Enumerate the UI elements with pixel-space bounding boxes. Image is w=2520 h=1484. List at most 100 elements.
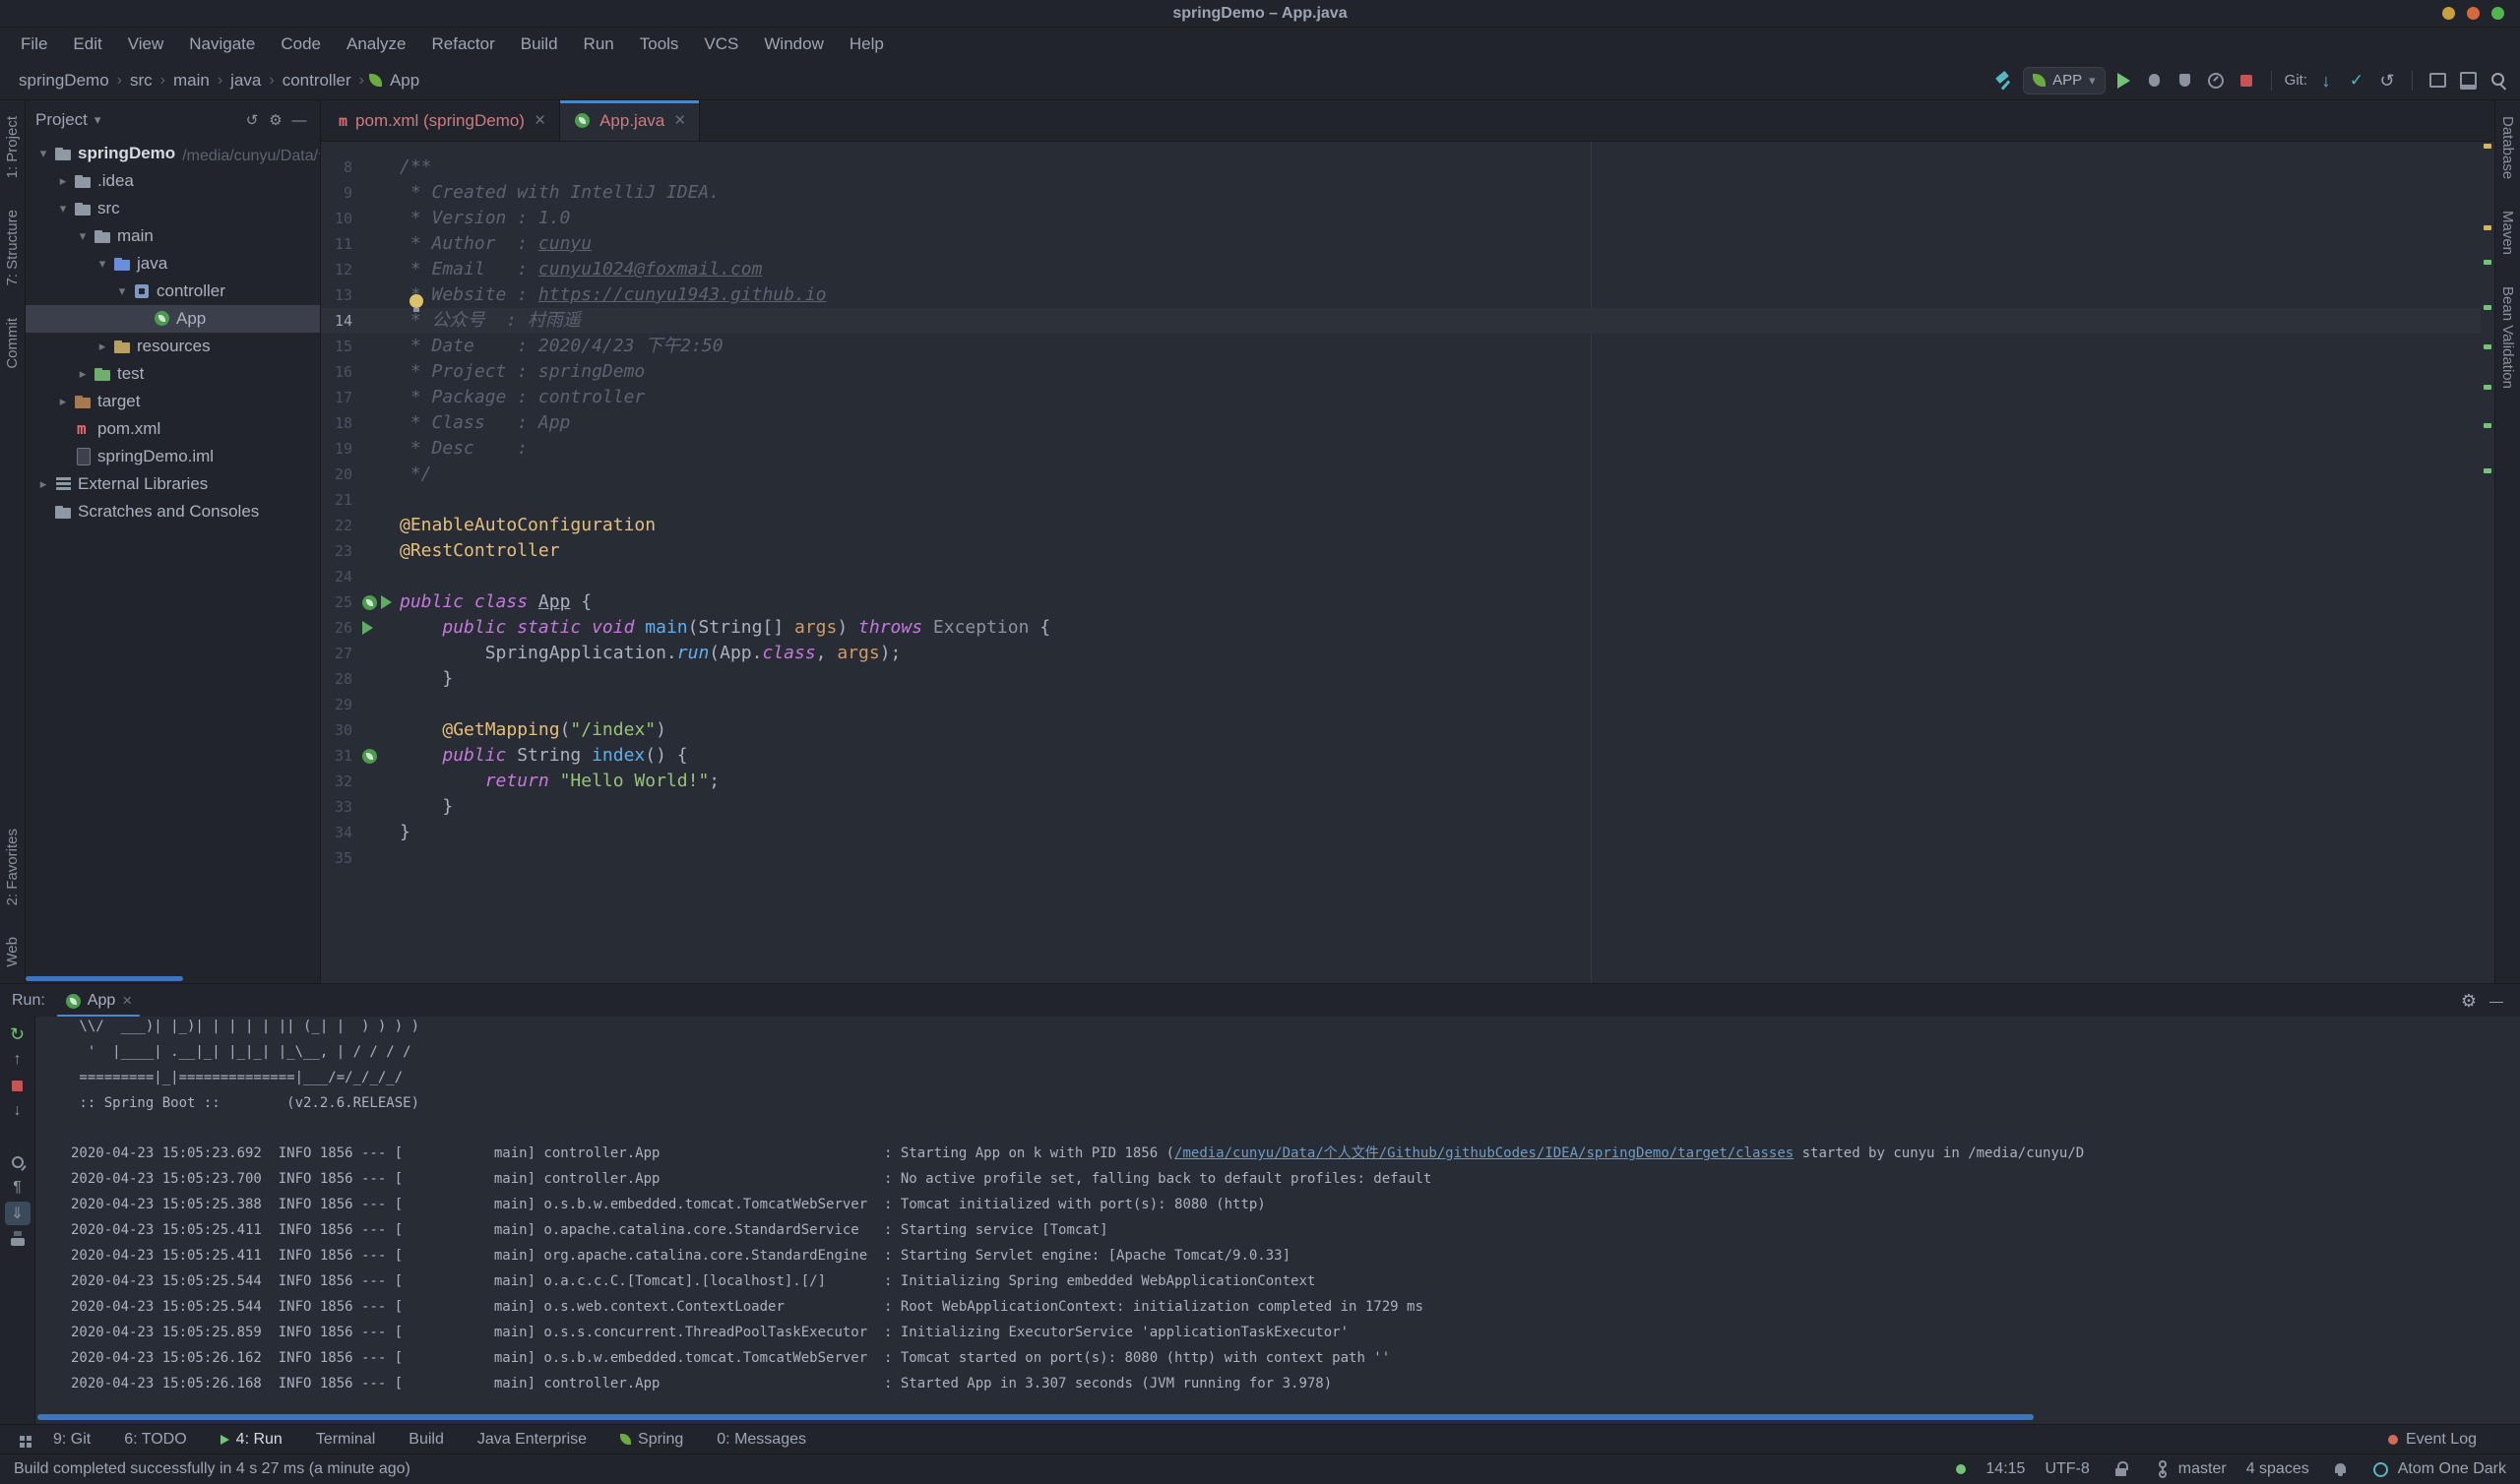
menu-analyze[interactable]: Analyze xyxy=(334,34,418,54)
breadcrumb-java[interactable]: java xyxy=(227,69,264,93)
toolwindow-spring[interactable]: Spring xyxy=(620,1431,683,1449)
encoding-widget[interactable]: UTF-8 xyxy=(2045,1460,2089,1478)
pin-icon[interactable] xyxy=(5,1150,31,1174)
down-stack-icon[interactable]: ↓ xyxy=(5,1099,31,1123)
settings-icon[interactable]: ⚙ xyxy=(2457,989,2481,1013)
run-button[interactable] xyxy=(2112,69,2136,93)
console-horizontal-scrollbar[interactable] xyxy=(37,1414,2034,1420)
bell-icon[interactable] xyxy=(2329,1458,2351,1480)
editor-body[interactable]: 8/** 9 * Created with IntelliJ IDEA. 10 * … xyxy=(321,142,2494,983)
run-tab-app[interactable]: App × xyxy=(57,984,140,1017)
maximize-icon[interactable] xyxy=(2467,7,2480,20)
breadcrumb-controller[interactable]: controller xyxy=(280,69,354,93)
close-icon[interactable]: × xyxy=(535,110,545,132)
commit-icon[interactable]: ✓ xyxy=(2345,69,2368,93)
intention-bulb-icon[interactable] xyxy=(410,294,423,312)
up-stack-icon[interactable]: ↑ xyxy=(5,1048,31,1072)
indent-widget[interactable]: 4 spaces xyxy=(2246,1460,2309,1478)
run-line-icon[interactable] xyxy=(381,595,392,609)
menu-vcs[interactable]: VCS xyxy=(691,34,751,54)
tree-item-app[interactable]: App xyxy=(26,305,320,333)
editor-scrollbar[interactable] xyxy=(2481,142,2494,983)
tree-item-springdemo-iml[interactable]: springDemo.iml xyxy=(26,443,320,470)
project-panel-title[interactable]: Project xyxy=(35,110,88,130)
tree-item-main[interactable]: ▾ main xyxy=(26,222,320,250)
console-output[interactable]: ( ( )\___ | '_ | '_| | '_ \/ _` | \ \ \ … xyxy=(35,1017,2520,1424)
tree-item-test[interactable]: ▸ test xyxy=(26,360,320,388)
tree-item-pom-xml[interactable]: pom.xml xyxy=(26,415,320,443)
toolwindow-tab-maven[interactable]: Maven xyxy=(2499,211,2516,255)
tree-chevron-icon[interactable]: ▸ xyxy=(93,339,112,354)
coverage-button[interactable] xyxy=(2174,69,2197,93)
print-icon[interactable] xyxy=(5,1227,31,1251)
tree-item-java[interactable]: ▾ java xyxy=(26,250,320,278)
close-icon[interactable]: × xyxy=(674,110,685,132)
debug-button[interactable] xyxy=(2143,69,2167,93)
tree-chevron-icon[interactable]: ▾ xyxy=(73,228,93,244)
tree-item-external-libraries[interactable]: ▸ External Libraries xyxy=(26,470,320,498)
toolwindow-tab-database[interactable]: Database xyxy=(2499,116,2516,179)
hide-icon[interactable]: — xyxy=(288,109,310,131)
toolwindow-tab-2-favorites[interactable]: 2: Favorites xyxy=(4,829,21,905)
soft-wrap-icon[interactable]: ¶ xyxy=(5,1176,31,1200)
menu-file[interactable]: File xyxy=(8,34,60,54)
run-config-select[interactable]: APP ▾ xyxy=(2023,66,2106,94)
rerun-icon[interactable]: ↻ xyxy=(5,1022,31,1046)
breadcrumb-app[interactable]: App xyxy=(387,69,422,93)
tree-chevron-icon[interactable]: ▾ xyxy=(112,283,132,299)
menu-navigate[interactable]: Navigate xyxy=(176,34,268,54)
editor-tab-app-java[interactable]: App.java × xyxy=(560,100,701,141)
tree-chevron-icon[interactable]: ▸ xyxy=(73,366,93,382)
spring-bean-icon[interactable] xyxy=(362,748,377,764)
toolwindow-tab-commit[interactable]: Commit xyxy=(4,318,21,369)
menu-window[interactable]: Window xyxy=(751,34,836,54)
toolwindow-java-enterprise[interactable]: Java Enterprise xyxy=(477,1431,587,1449)
toolwindow-9-git[interactable]: 9: Git xyxy=(53,1431,91,1449)
breadcrumb-main[interactable]: main xyxy=(170,69,213,93)
breadcrumb-src[interactable]: src xyxy=(127,69,156,93)
menu-help[interactable]: Help xyxy=(837,34,897,54)
chevron-down-icon[interactable]: ▾ xyxy=(94,112,101,128)
history-icon[interactable]: ↺ xyxy=(2375,69,2399,93)
settings-icon[interactable]: ⚙ xyxy=(265,109,286,131)
toolwindow-tab-bean-validation[interactable]: Bean Validation xyxy=(2499,286,2516,389)
toolwindow-terminal[interactable]: Terminal xyxy=(316,1431,375,1449)
toolwindow-tab-web[interactable]: Web xyxy=(4,937,21,967)
menu-build[interactable]: Build xyxy=(508,34,571,54)
menu-view[interactable]: View xyxy=(115,34,177,54)
theme-widget[interactable]: Atom One Dark xyxy=(2370,1458,2506,1480)
tree-chevron-icon[interactable]: ▸ xyxy=(53,394,73,409)
lock-icon[interactable] xyxy=(2110,1458,2131,1480)
menu-tools[interactable]: Tools xyxy=(627,34,692,54)
tree-item-springdemo[interactable]: ▾ springDemo/media/cunyu/Data/个人文… xyxy=(26,140,320,167)
menu-edit[interactable]: Edit xyxy=(60,34,114,54)
tree-chevron-icon[interactable]: ▾ xyxy=(33,146,53,161)
toolwindow-event-log[interactable]: Event Log xyxy=(2387,1431,2477,1449)
breadcrumb-springdemo[interactable]: springDemo xyxy=(16,69,112,93)
toolwindow-switcher-icon[interactable] xyxy=(14,1430,33,1450)
tree-item-idea[interactable]: ▸ .idea xyxy=(26,167,320,195)
tree-item-scratches-and-consoles[interactable]: Scratches and Consoles xyxy=(26,498,320,526)
close-icon[interactable]: × xyxy=(122,991,132,1011)
run-line-icon[interactable] xyxy=(362,621,373,635)
close-icon[interactable] xyxy=(2491,7,2504,20)
menu-run[interactable]: Run xyxy=(571,34,627,54)
toolwindow-0-messages[interactable]: 0: Messages xyxy=(717,1431,806,1449)
stop-icon[interactable] xyxy=(5,1074,31,1097)
tree-item-resources[interactable]: ▸ resources xyxy=(26,333,320,360)
tree-item-target[interactable]: ▸ target xyxy=(26,388,320,415)
status-message[interactable]: Build completed successfully in 4 s 27 m… xyxy=(14,1460,410,1478)
tree-item-controller[interactable]: ▾ controller xyxy=(26,278,320,305)
toolwindow-build[interactable]: Build xyxy=(409,1431,444,1449)
toolwindow-tab-1-project[interactable]: 1: Project xyxy=(4,116,21,178)
profiler-button[interactable] xyxy=(2204,69,2228,93)
console-file-link[interactable]: /media/cunyu/Data/个人文件/Github/githubCode… xyxy=(1174,1145,1794,1161)
caret-position-widget[interactable]: 14:15 xyxy=(1985,1460,2025,1478)
tree-chevron-icon[interactable]: ▸ xyxy=(53,173,73,189)
search-icon[interactable] xyxy=(2487,69,2510,93)
clear-icon[interactable] xyxy=(5,1253,31,1276)
project-tree-scrollbar[interactable] xyxy=(26,976,183,981)
git-branch-widget[interactable]: master xyxy=(2150,1458,2227,1480)
toolwindow-6-todo[interactable]: 6: TODO xyxy=(124,1431,186,1449)
layout-icon[interactable] xyxy=(2426,69,2449,93)
